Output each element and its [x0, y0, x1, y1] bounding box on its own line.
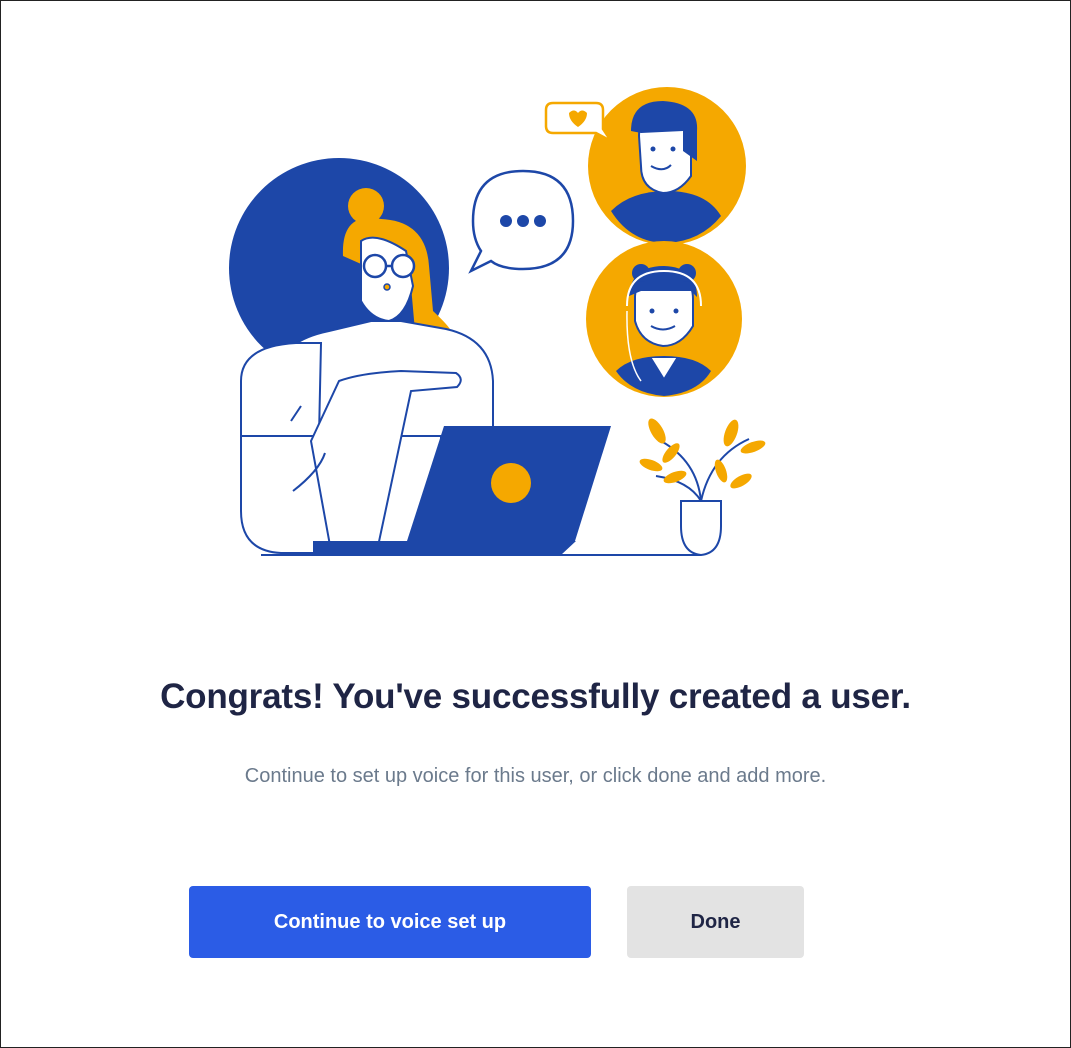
success-title: Congrats! You've successfully created a … [160, 677, 911, 716]
success-subtitle: Continue to set up voice for this user, … [244, 765, 827, 787]
done-button[interactable]: Done [627, 886, 804, 958]
success-dialog: Congrats! You've successfully created a … [0, 0, 1071, 1048]
continue-voice-setup-button[interactable]: Continue to voice set up [189, 886, 591, 958]
video-call-illustration [229, 87, 766, 557]
plant-icon [639, 418, 766, 557]
